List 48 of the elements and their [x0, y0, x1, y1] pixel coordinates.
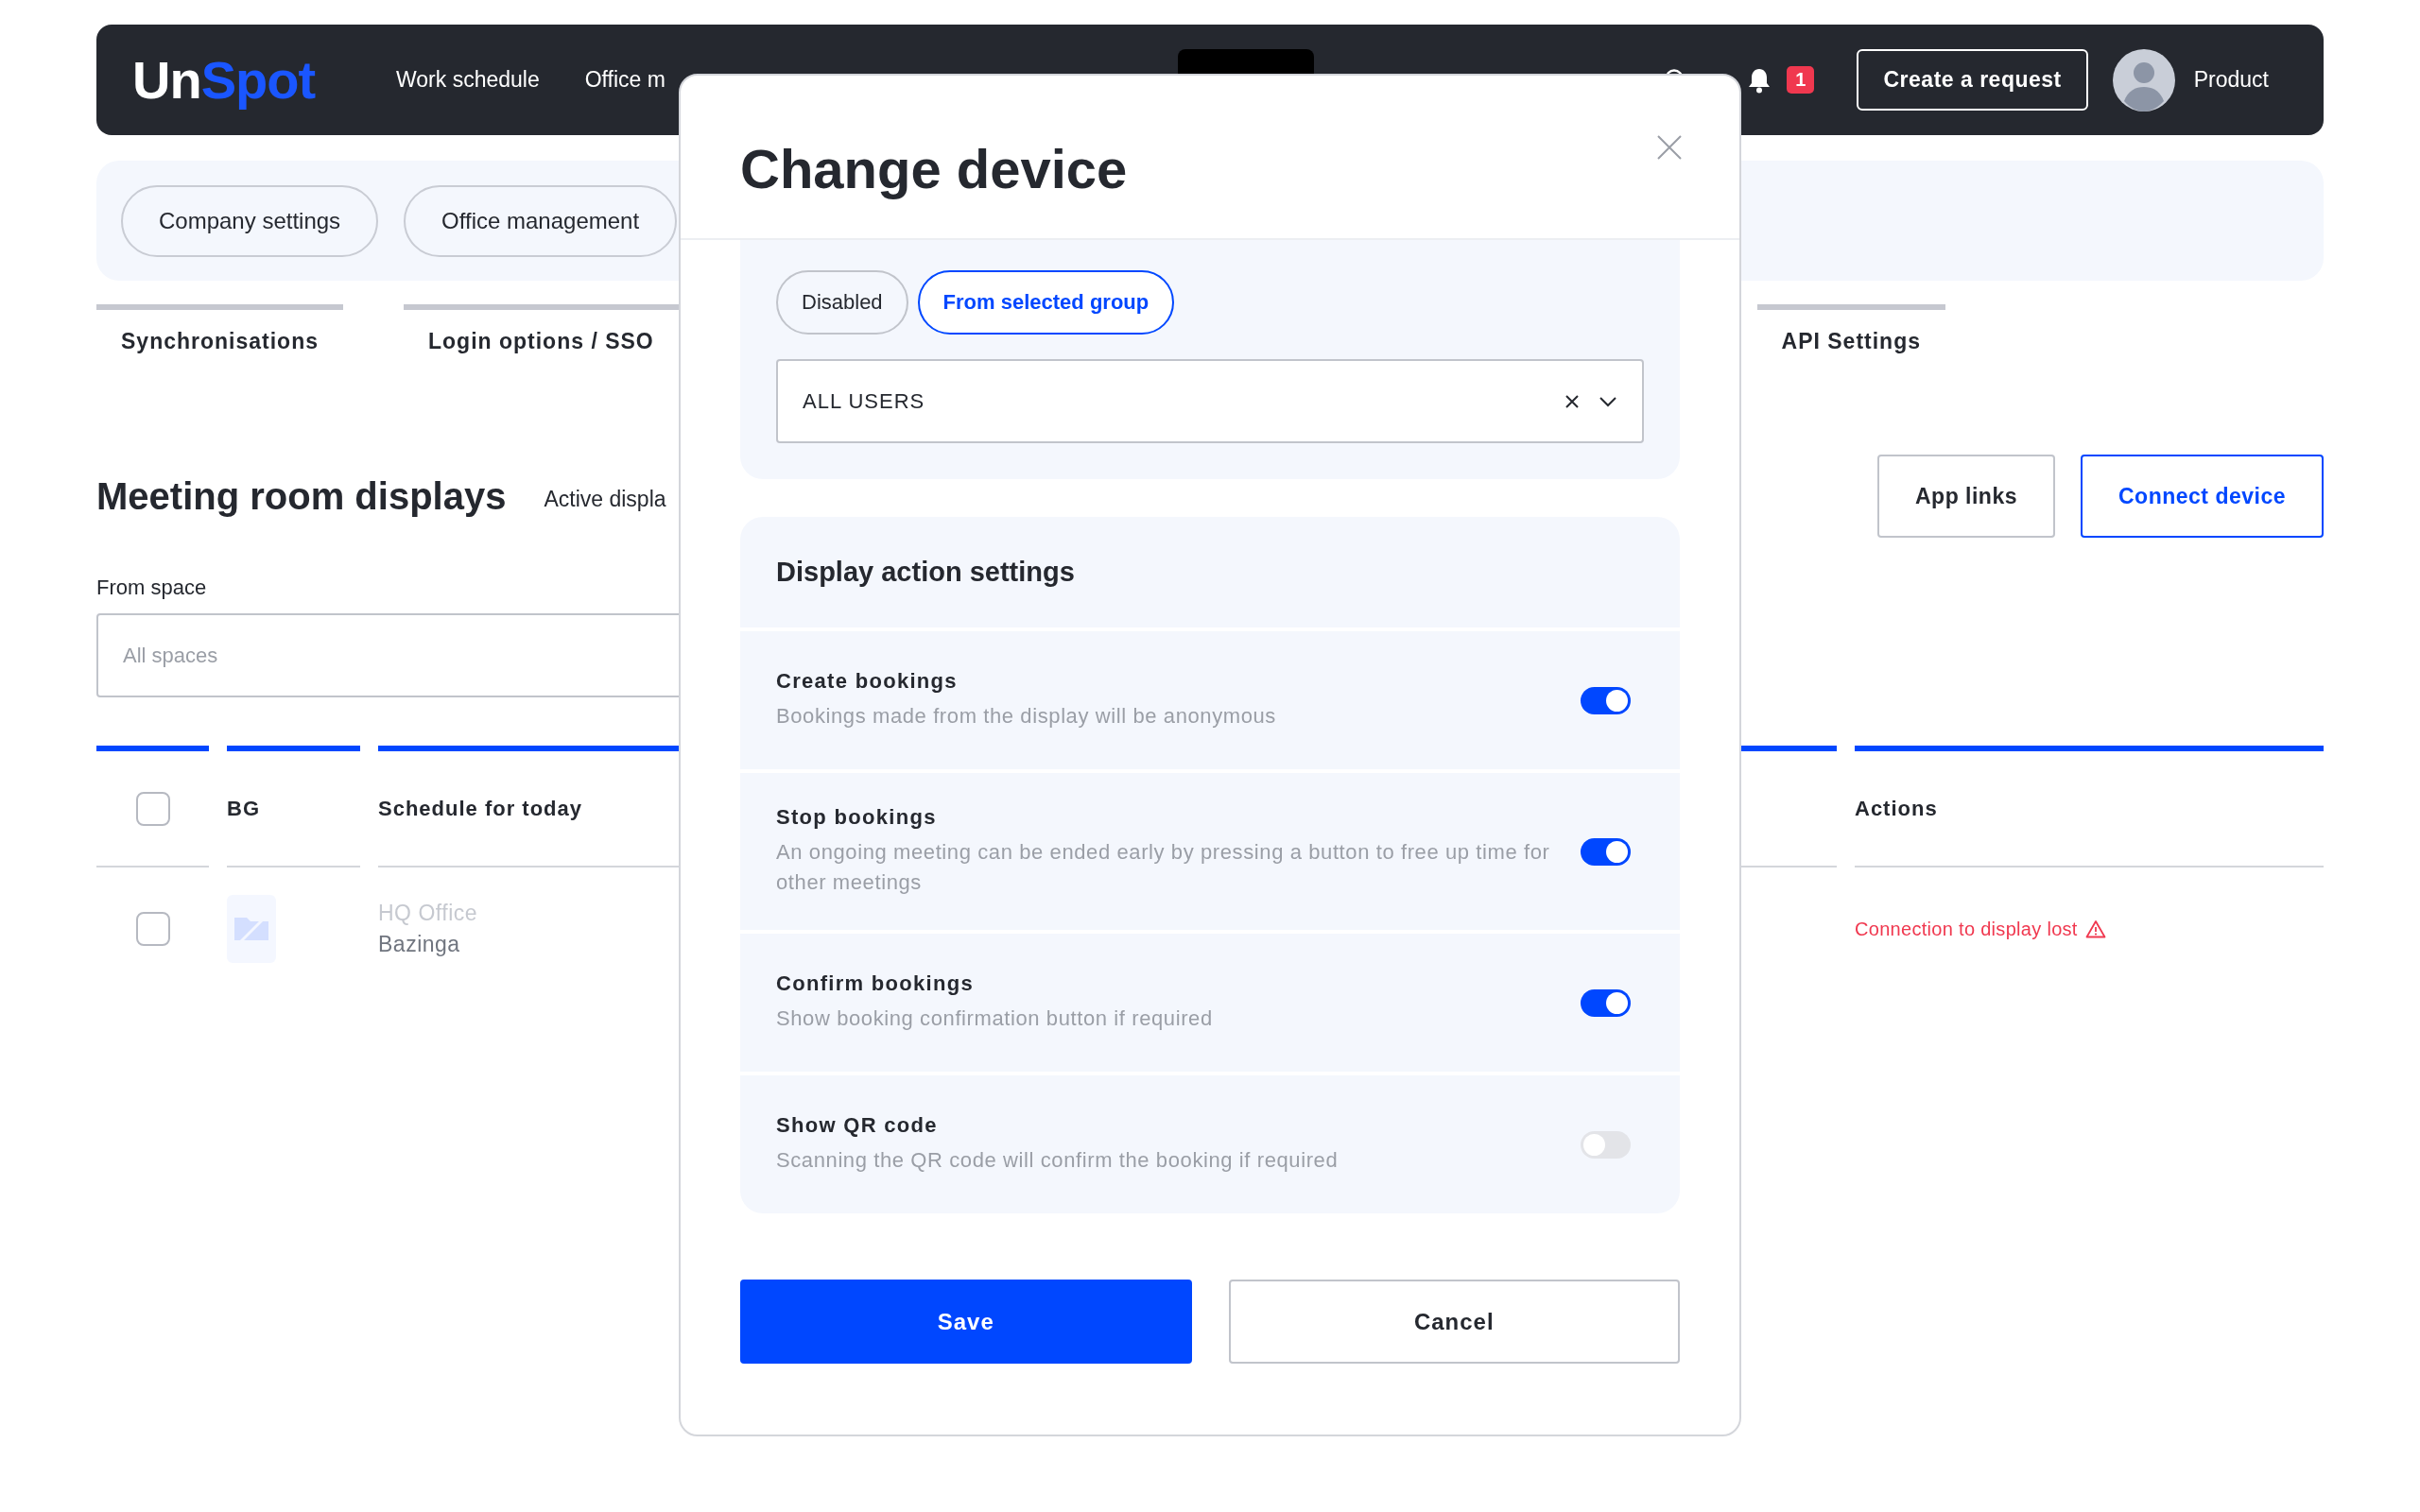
- logo[interactable]: UnSpot: [132, 49, 319, 111]
- setting-description: An ongoing meeting can be ended early by pressing a button to free up time for other meetings: [776, 839, 1551, 896]
- nav-item[interactable]: Office m: [584, 67, 666, 93]
- active-displays-label: Active displa: [544, 486, 666, 512]
- access-option[interactable]: From selected group: [917, 270, 1175, 335]
- setting-description: Show booking confirmation button if required: [776, 1005, 1214, 1032]
- setting-description: Scanning the QR code will confirm the booking if required: [776, 1147, 1340, 1174]
- chevron-down-icon[interactable]: [1599, 395, 1617, 407]
- toggle-switch[interactable]: [1581, 1130, 1631, 1159]
- settings-tab[interactable]: Synchronisations: [96, 304, 343, 354]
- column-header: Actions: [1855, 796, 1938, 821]
- settings-tab[interactable]: API Settings: [1756, 304, 1945, 354]
- page-action-button[interactable]: Connect device: [2081, 455, 2324, 538]
- cancel-button[interactable]: Cancel: [1228, 1280, 1680, 1364]
- setting-title: Show QR code: [776, 1113, 939, 1138]
- create-request-button[interactable]: Create a request: [1857, 49, 2088, 111]
- group-select-field[interactable]: ALL USERS: [776, 359, 1644, 443]
- nav-item[interactable]: Work schedule: [396, 67, 540, 93]
- row-checkbox[interactable]: [135, 912, 170, 946]
- select-all-checkbox[interactable]: [135, 791, 170, 826]
- avatar-icon[interactable]: [2112, 48, 2175, 112]
- close-icon[interactable]: [1656, 134, 1683, 161]
- warning-icon: [2084, 919, 2106, 938]
- section-pill[interactable]: Company settings: [121, 184, 379, 257]
- room-name: HQ Office: [378, 901, 478, 926]
- connection-status: Connection to display lost: [1855, 918, 2078, 940]
- access-option[interactable]: Disabled: [776, 270, 908, 335]
- toggle-switch[interactable]: [1581, 837, 1631, 866]
- section-pill[interactable]: Office management: [404, 184, 678, 257]
- column-header: Schedule for today: [378, 796, 583, 821]
- toggle-switch[interactable]: [1581, 686, 1631, 714]
- section-title: Display action settings: [776, 557, 1075, 588]
- setting-title: Stop bookings: [776, 805, 938, 830]
- dialog-title: Change device: [740, 136, 1128, 200]
- setting-description: Bookings made from the display will be anonymous: [776, 703, 1277, 730]
- user-name[interactable]: Product: [2193, 67, 2269, 93]
- bell-icon[interactable]: [1747, 66, 1772, 94]
- notification-badge: 1: [1787, 66, 1815, 94]
- save-button[interactable]: Save: [740, 1280, 1192, 1364]
- setting-title: Confirm bookings: [776, 971, 975, 996]
- setting-title: Create bookings: [776, 669, 959, 694]
- office-name: Bazinga: [378, 932, 460, 957]
- column-header: BG: [227, 796, 260, 821]
- filter-label: From space: [96, 576, 208, 600]
- clear-icon[interactable]: [1564, 393, 1580, 409]
- page-title: Meeting room displays: [96, 474, 507, 518]
- page-action-button[interactable]: App links: [1877, 455, 2055, 538]
- toggle-switch[interactable]: [1581, 988, 1631, 1017]
